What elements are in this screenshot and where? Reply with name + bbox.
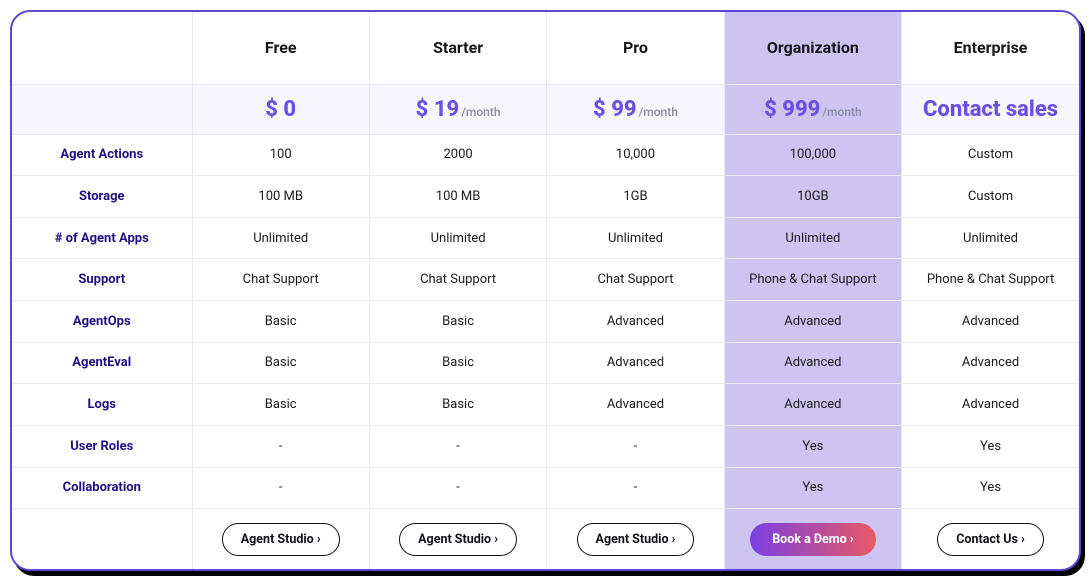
- plan-header-organization: Organization: [724, 12, 901, 84]
- cell: Custom: [902, 134, 1079, 176]
- cell: Yes: [724, 425, 901, 467]
- cta-cell-pro: Agent Studio ›: [547, 509, 724, 569]
- cell: Advanced: [724, 301, 901, 343]
- cell: Basic: [369, 342, 546, 384]
- cell: Unlimited: [192, 217, 369, 259]
- plan-header-starter: Starter: [369, 12, 546, 84]
- plan-header-pro: Pro: [547, 12, 724, 84]
- price-value: $ 0: [265, 97, 296, 122]
- row-label: Logs: [12, 384, 192, 426]
- row-label: # of Agent Apps: [12, 217, 192, 259]
- pricing-table: Free Starter Pro Organization Enterprise…: [12, 12, 1079, 569]
- cell: Advanced: [902, 384, 1079, 426]
- agent-studio-button[interactable]: Agent Studio ›: [222, 523, 340, 556]
- cell: Advanced: [547, 342, 724, 384]
- cell: 100,000: [724, 134, 901, 176]
- cell: Unlimited: [547, 217, 724, 259]
- price-per: /month: [822, 105, 861, 119]
- cell: 100 MB: [369, 176, 546, 218]
- price-contact-text: Contact sales: [923, 97, 1058, 122]
- row-agent-apps: # of Agent Apps Unlimited Unlimited Unli…: [12, 217, 1079, 259]
- cell: Chat Support: [192, 259, 369, 301]
- cell: 10GB: [724, 176, 901, 218]
- row-label: Storage: [12, 176, 192, 218]
- price-starter: $ 19/month: [369, 84, 546, 134]
- cta-row: Agent Studio › Agent Studio › Agent Stud…: [12, 509, 1079, 569]
- cta-cell-organization: Book a Demo ›: [724, 509, 901, 569]
- price-pro: $ 99/month: [547, 84, 724, 134]
- cell: -: [369, 467, 546, 509]
- cell: Advanced: [724, 384, 901, 426]
- pricing-table-frame: Free Starter Pro Organization Enterprise…: [10, 10, 1081, 571]
- cell: Advanced: [902, 342, 1079, 384]
- cta-cell-enterprise: Contact Us ›: [902, 509, 1079, 569]
- row-label: User Roles: [12, 425, 192, 467]
- cell: 10,000: [547, 134, 724, 176]
- cell: Unlimited: [902, 217, 1079, 259]
- cell: Phone & Chat Support: [902, 259, 1079, 301]
- cell: Basic: [192, 342, 369, 384]
- price-organization: $ 999/month: [724, 84, 901, 134]
- cell: -: [369, 425, 546, 467]
- row-collaboration: Collaboration - - - Yes Yes: [12, 467, 1079, 509]
- cell: -: [192, 467, 369, 509]
- cta-label-cell: [12, 509, 192, 569]
- agent-studio-button[interactable]: Agent Studio ›: [399, 523, 517, 556]
- cell: Yes: [724, 467, 901, 509]
- row-agentops: AgentOps Basic Basic Advanced Advanced A…: [12, 301, 1079, 343]
- row-logs: Logs Basic Basic Advanced Advanced Advan…: [12, 384, 1079, 426]
- price-row: $ 0 $ 19/month $ 99/month $ 999/month Co…: [12, 84, 1079, 134]
- cell: Chat Support: [369, 259, 546, 301]
- cell: Chat Support: [547, 259, 724, 301]
- row-label: Agent Actions: [12, 134, 192, 176]
- cta-cell-starter: Agent Studio ›: [369, 509, 546, 569]
- cell: -: [192, 425, 369, 467]
- cell: Yes: [902, 425, 1079, 467]
- price-value: $ 99: [593, 97, 637, 122]
- price-free: $ 0: [192, 84, 369, 134]
- row-support: Support Chat Support Chat Support Chat S…: [12, 259, 1079, 301]
- cell: Advanced: [547, 301, 724, 343]
- cell: 100: [192, 134, 369, 176]
- price-label-cell: [12, 84, 192, 134]
- plan-header-enterprise: Enterprise: [902, 12, 1079, 84]
- row-agenteval: AgentEval Basic Basic Advanced Advanced …: [12, 342, 1079, 384]
- cell: Advanced: [547, 384, 724, 426]
- cell: Basic: [369, 384, 546, 426]
- price-per: /month: [461, 105, 500, 119]
- row-label: AgentEval: [12, 342, 192, 384]
- cell: 2000: [369, 134, 546, 176]
- price-enterprise: Contact sales: [902, 84, 1079, 134]
- contact-us-button[interactable]: Contact Us ›: [937, 523, 1044, 556]
- cell: Unlimited: [724, 217, 901, 259]
- row-label: Support: [12, 259, 192, 301]
- plan-header-row: Free Starter Pro Organization Enterprise: [12, 12, 1079, 84]
- cell: Basic: [369, 301, 546, 343]
- row-storage: Storage 100 MB 100 MB 1GB 10GB Custom: [12, 176, 1079, 218]
- plan-header-free: Free: [192, 12, 369, 84]
- price-value: $ 999: [764, 97, 820, 122]
- cell: Basic: [192, 384, 369, 426]
- price-value: $ 19: [416, 97, 460, 122]
- cell: -: [547, 467, 724, 509]
- cell: Unlimited: [369, 217, 546, 259]
- cell: Basic: [192, 301, 369, 343]
- agent-studio-button[interactable]: Agent Studio ›: [577, 523, 695, 556]
- cell: Advanced: [724, 342, 901, 384]
- row-user-roles: User Roles - - - Yes Yes: [12, 425, 1079, 467]
- cell: Custom: [902, 176, 1079, 218]
- row-agent-actions: Agent Actions 100 2000 10,000 100,000 Cu…: [12, 134, 1079, 176]
- cell: Advanced: [902, 301, 1079, 343]
- cell: Yes: [902, 467, 1079, 509]
- cell: -: [547, 425, 724, 467]
- price-per: /month: [639, 105, 678, 119]
- corner-cell: [12, 12, 192, 84]
- cell: Phone & Chat Support: [724, 259, 901, 301]
- row-label: AgentOps: [12, 301, 192, 343]
- cta-cell-free: Agent Studio ›: [192, 509, 369, 569]
- cell: 100 MB: [192, 176, 369, 218]
- cell: 1GB: [547, 176, 724, 218]
- book-demo-button[interactable]: Book a Demo ›: [750, 523, 875, 556]
- row-label: Collaboration: [12, 467, 192, 509]
